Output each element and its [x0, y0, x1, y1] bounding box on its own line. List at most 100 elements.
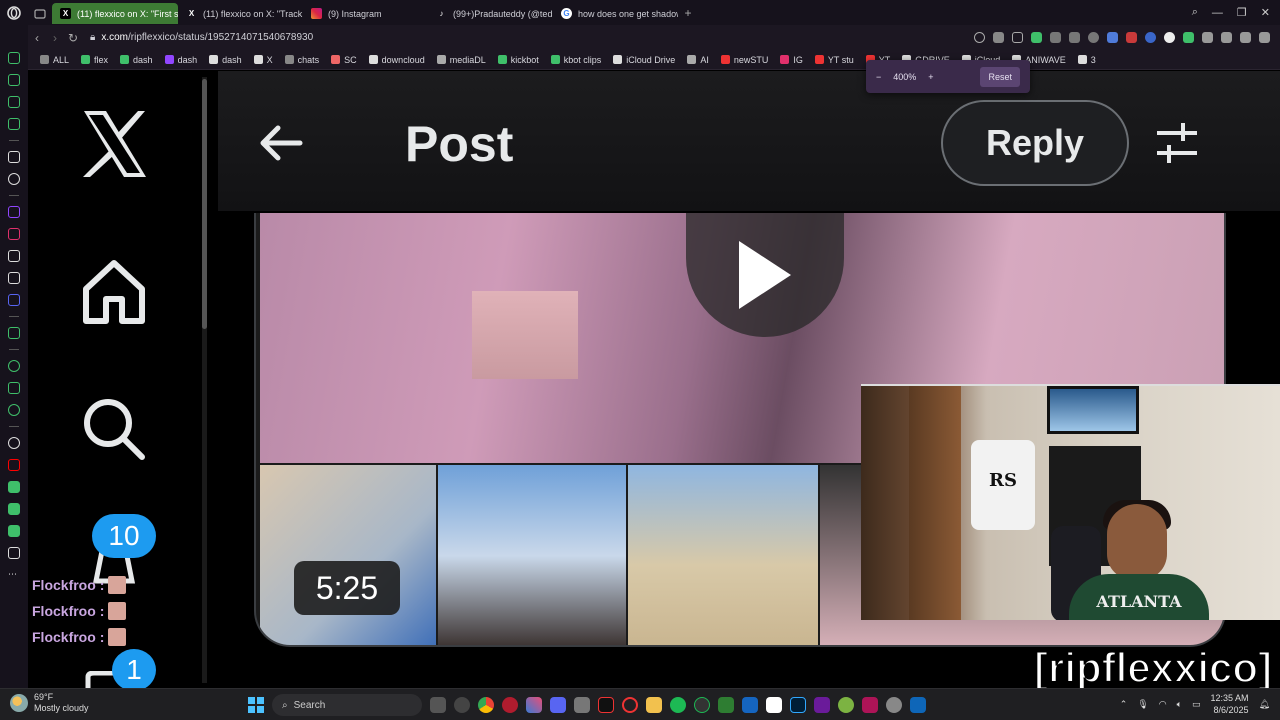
capcut-icon[interactable] — [766, 697, 782, 713]
battery-icon[interactable]: ▭ — [1192, 699, 1201, 710]
extension-five-icon[interactable] — [1183, 32, 1194, 43]
sidebar-twitch-icon[interactable] — [8, 206, 20, 218]
bookmark-item[interactable]: SC — [325, 55, 363, 65]
sidebar-instagram-icon[interactable] — [8, 228, 20, 240]
reply-button[interactable]: Reply — [941, 100, 1129, 186]
sidebar-openai-icon[interactable] — [8, 173, 20, 185]
share-icon[interactable] — [1221, 32, 1232, 43]
sidebar-kick-three-icon[interactable] — [8, 525, 20, 537]
sidebar-tiktok-icon[interactable] — [8, 250, 20, 262]
tab-tiktok[interactable]: ♪ (99+)Pradauteddy (@ted — [428, 3, 553, 24]
zoom-in-button[interactable]: + — [928, 72, 933, 82]
copilot-icon[interactable] — [526, 697, 542, 713]
sidebar-kick-two-icon[interactable] — [8, 503, 20, 515]
nav-scrollbar-thumb[interactable] — [202, 79, 207, 329]
bookmark-item[interactable]: downcloud — [363, 55, 431, 65]
extension-four-icon[interactable] — [1164, 32, 1175, 43]
sidebar-youtube-icon[interactable] — [8, 459, 20, 471]
sidebar-m-icon[interactable] — [8, 118, 20, 130]
spotify-icon[interactable] — [670, 697, 686, 713]
back-nav-icon[interactable]: ‹ — [28, 31, 46, 45]
puzzle-icon[interactable] — [1202, 32, 1213, 43]
sidebar-x-icon[interactable] — [8, 272, 20, 284]
bookmark-item[interactable]: kbot clips — [545, 55, 608, 65]
thumbnail-three[interactable] — [628, 465, 818, 645]
reload-icon[interactable]: ↻ — [64, 31, 82, 45]
sidebar-speed-icon[interactable] — [8, 52, 20, 64]
back-arrow-icon[interactable] — [258, 123, 304, 163]
sidebar-vpn-icon[interactable] — [8, 437, 20, 449]
bookmark-item[interactable]: iCloud Drive — [607, 55, 681, 65]
sidebar-settings-icon[interactable] — [8, 404, 20, 416]
wifi-icon[interactable]: ◠ — [1159, 699, 1167, 710]
zoom-out-button[interactable]: − — [876, 72, 881, 82]
sliders-icon[interactable] — [1155, 121, 1199, 165]
sidebar-extensions-icon[interactable] — [8, 382, 20, 394]
file-explorer-icon[interactable] — [646, 697, 662, 713]
app-blue-icon[interactable] — [742, 697, 758, 713]
clock[interactable]: 12:35 AM 8/6/2025 — [1211, 692, 1249, 716]
sidebar-history-icon[interactable] — [8, 360, 20, 372]
sidebar-discord-icon[interactable] — [8, 294, 20, 306]
pin-icon[interactable] — [993, 32, 1004, 43]
bookmark-item[interactable]: AI — [681, 55, 715, 65]
sidebar-kick-icon[interactable] — [8, 481, 20, 493]
search-icon[interactable] — [82, 397, 146, 461]
sidebar-aria-icon[interactable] — [8, 74, 20, 86]
tab-instagram[interactable]: (9) Instagram — [303, 3, 428, 24]
menu-icon[interactable] — [1259, 32, 1270, 43]
zoom-icon[interactable] — [974, 32, 985, 43]
maximize-icon[interactable]: ❐ — [1237, 6, 1247, 19]
thumbnail-one[interactable]: 5:25 — [260, 465, 436, 645]
taskbar-search[interactable]: ⌕ Search — [272, 694, 422, 716]
obs-icon[interactable] — [454, 697, 470, 713]
vscode-icon[interactable] — [910, 697, 926, 713]
minimize-icon[interactable]: — — [1212, 7, 1223, 19]
bookmark-item[interactable]: ALL — [34, 55, 75, 65]
zoom-reset-button[interactable]: Reset — [980, 66, 1020, 87]
app-pink-icon[interactable] — [862, 697, 878, 713]
sidebar-more-icon[interactable]: ⋯ — [8, 569, 20, 581]
thumbnail-two[interactable] — [438, 465, 626, 645]
sidebar-gx-icon[interactable] — [8, 547, 20, 559]
notifications-bell-icon[interactable]: 🔔︎ — [1259, 699, 1270, 710]
bookmark-item[interactable]: kickbot — [492, 55, 545, 65]
search-tabs-icon[interactable]: ⌕ — [1192, 6, 1198, 19]
bookmark-item[interactable]: mediaDL — [431, 55, 492, 65]
weather-widget[interactable]: 69°F Mostly cloudy — [10, 692, 89, 714]
tab-flexxico-first[interactable]: X (11) flexxico on X: "First s — [52, 3, 178, 24]
tab-google[interactable]: G how does one get shadow × — [553, 3, 678, 24]
url-field[interactable]: 🔒︎ x.com/ripflexxico/status/195271407154… — [90, 32, 313, 43]
bookmark-item[interactable]: X — [248, 55, 279, 65]
workspaces-icon[interactable] — [28, 3, 52, 24]
bookmark-item[interactable]: newSTU — [715, 55, 775, 65]
bookmark-item[interactable]: 3 — [1072, 55, 1102, 65]
app-lime-icon[interactable] — [838, 697, 854, 713]
x-logo-icon[interactable] — [80, 109, 150, 179]
snapshot-icon[interactable] — [1012, 32, 1023, 43]
bookmark-item[interactable]: IG — [774, 55, 809, 65]
bookmark-item[interactable]: chats — [279, 55, 326, 65]
heart-icon[interactable] — [1088, 32, 1099, 43]
microphone-icon[interactable]: 🎙︎ — [1137, 699, 1148, 710]
app-red-icon[interactable] — [502, 697, 518, 713]
opera-logo-icon[interactable] — [0, 0, 28, 25]
home-icon[interactable] — [82, 259, 146, 325]
chrome-icon[interactable] — [478, 697, 494, 713]
photoshop-icon[interactable] — [790, 697, 806, 713]
new-tab-button[interactable]: + — [678, 6, 698, 20]
tab-flexxico-track[interactable]: X (11) flexxico on X: "Track — [178, 3, 303, 24]
app-purple-icon[interactable] — [814, 697, 830, 713]
nav-scrollbar[interactable] — [202, 77, 207, 683]
bookmark-item[interactable]: dash — [203, 55, 248, 65]
volume-icon[interactable]: 🔈︎ — [1177, 699, 1182, 710]
bookmark-item[interactable]: dash — [114, 55, 159, 65]
sidebar-arrow-icon[interactable] — [8, 151, 20, 163]
download-icon[interactable] — [1240, 32, 1251, 43]
bookmark-item[interactable]: flex — [75, 55, 114, 65]
tiktok-icon[interactable] — [598, 697, 614, 713]
tray-chevron-icon[interactable]: ⌃ — [1120, 699, 1128, 710]
sidebar-cloud-icon[interactable] — [8, 327, 20, 339]
extension-three-icon[interactable] — [1145, 32, 1156, 43]
close-window-icon[interactable]: ✕ — [1261, 6, 1270, 19]
